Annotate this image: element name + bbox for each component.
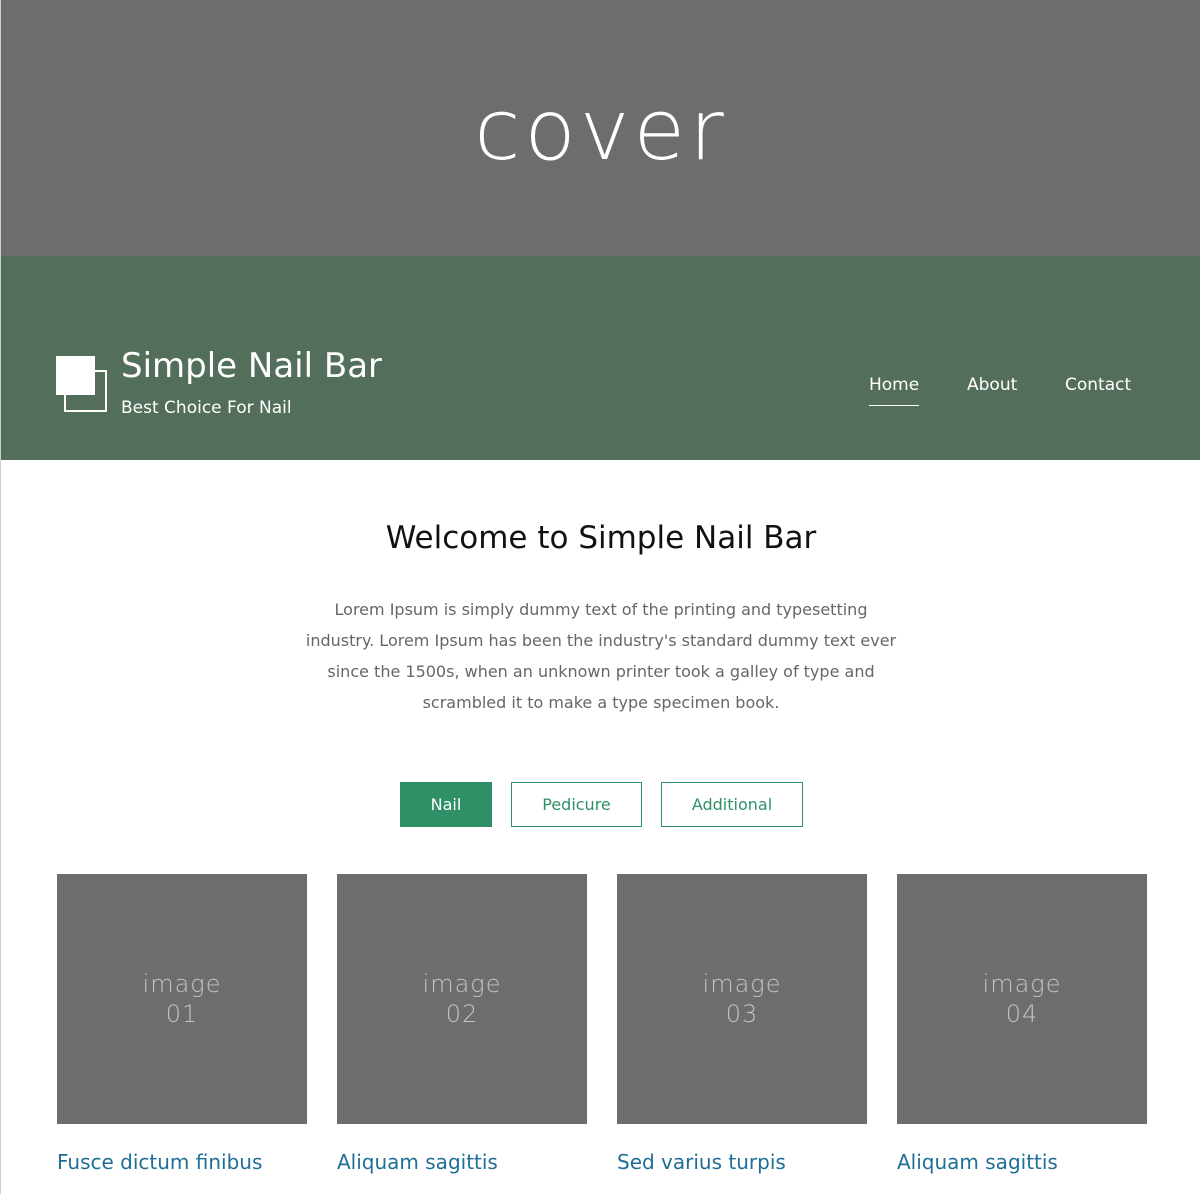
nav-item-about[interactable]: About xyxy=(967,375,1017,405)
gallery-card-title[interactable]: Aliquam sagittis xyxy=(897,1150,1147,1174)
gallery-grid: image 01 Fusce dictum finibus image 02 A… xyxy=(1,874,1200,1194)
image-placeholder-word: image xyxy=(702,970,782,998)
gallery-image-placeholder[interactable]: image 02 xyxy=(337,874,587,1124)
cover-banner: cover xyxy=(1,0,1200,256)
tab-additional[interactable]: Additional xyxy=(661,782,803,827)
gallery-image-placeholder[interactable]: image 01 xyxy=(57,874,307,1124)
gallery-card-title[interactable]: Fusce dictum finibus xyxy=(57,1150,307,1174)
tab-pedicure[interactable]: Pedicure xyxy=(511,782,642,827)
welcome-paragraph: Lorem Ipsum is simply dummy text of the … xyxy=(305,600,897,712)
image-placeholder-word: image xyxy=(142,970,222,998)
category-tabs: Nail Pedicure Additional xyxy=(1,782,1200,827)
image-placeholder-word: image xyxy=(982,970,1062,998)
image-placeholder-number: 04 xyxy=(1005,1000,1039,1028)
image-placeholder-number: 01 xyxy=(165,1000,199,1028)
gallery-card: image 02 Aliquam sagittis xyxy=(337,874,587,1174)
main-nav: Home About Contact xyxy=(1,375,1200,415)
image-placeholder-word: image xyxy=(422,970,502,998)
gallery-card: image 04 Aliquam sagittis xyxy=(897,874,1147,1174)
gallery-card: image 01 Fusce dictum finibus xyxy=(57,874,307,1174)
nav-item-contact[interactable]: Contact xyxy=(1065,375,1131,405)
nav-item-home[interactable]: Home xyxy=(869,375,920,406)
welcome-heading: Welcome to Simple Nail Bar xyxy=(385,520,817,556)
gallery-image-placeholder[interactable]: image 03 xyxy=(617,874,867,1124)
tab-nail[interactable]: Nail xyxy=(400,782,492,827)
gallery-card-title[interactable]: Aliquam sagittis xyxy=(337,1150,587,1174)
gallery-card-title[interactable]: Sed varius turpis xyxy=(617,1150,867,1174)
gallery-image-placeholder[interactable]: image 04 xyxy=(897,874,1147,1124)
site-header: Simple Nail Bar Best Choice For Nail Hom… xyxy=(1,256,1200,460)
image-placeholder-number: 03 xyxy=(725,1000,759,1028)
gallery-card: image 03 Sed varius turpis xyxy=(617,874,867,1174)
image-placeholder-number: 02 xyxy=(445,1000,479,1028)
cover-text: cover xyxy=(474,81,728,179)
